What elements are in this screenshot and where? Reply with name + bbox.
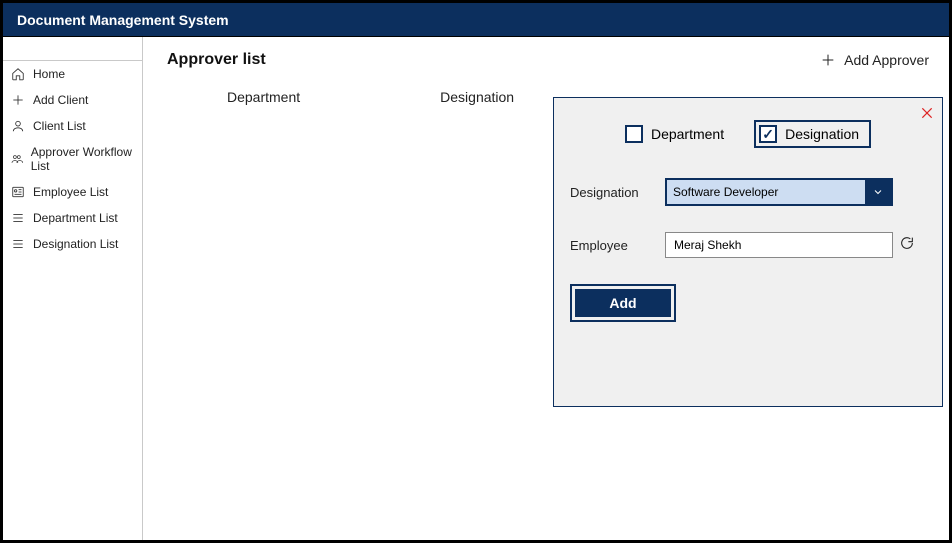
employee-row: Employee bbox=[570, 232, 926, 258]
employee-input[interactable] bbox=[665, 232, 893, 258]
type-selector-row: Department Designation bbox=[570, 120, 926, 148]
refresh-button[interactable] bbox=[899, 235, 915, 256]
lines-icon bbox=[11, 211, 25, 225]
sidebar: Home Add Client Client List Approver Wor… bbox=[3, 37, 143, 540]
sidebar-label: Home bbox=[33, 67, 65, 81]
refresh-icon bbox=[899, 235, 915, 251]
sidebar-label: Department List bbox=[33, 211, 118, 225]
add-approver-button[interactable]: Add Approver bbox=[820, 52, 929, 68]
employee-label: Employee bbox=[570, 238, 665, 253]
idlist-icon bbox=[11, 185, 25, 199]
hamburger-menu[interactable] bbox=[3, 37, 142, 61]
sidebar-label: Client List bbox=[33, 119, 86, 133]
add-approver-panel: Department Designation Designation Emplo… bbox=[553, 97, 943, 407]
title-row: Approver list Add Approver bbox=[167, 51, 929, 69]
plus-icon bbox=[820, 52, 836, 68]
sidebar-label: Designation List bbox=[33, 237, 118, 251]
designation-checkbox-label: Designation bbox=[785, 126, 859, 142]
main-content: Approver list Add Approver Department De… bbox=[143, 37, 949, 540]
chevron-down-icon bbox=[872, 186, 884, 198]
sidebar-item-department-list[interactable]: Department List bbox=[3, 205, 142, 231]
close-button[interactable] bbox=[920, 106, 934, 125]
add-approver-label: Add Approver bbox=[844, 52, 929, 68]
home-icon bbox=[11, 67, 25, 81]
sidebar-item-employee-list[interactable]: Employee List bbox=[3, 179, 142, 205]
sidebar-item-client-list[interactable]: Client List bbox=[3, 113, 142, 139]
add-button-wrap: Add bbox=[570, 284, 676, 322]
col-designation: Designation bbox=[440, 89, 514, 105]
col-department: Department bbox=[227, 89, 300, 105]
sidebar-label: Employee List bbox=[33, 185, 108, 199]
designation-checkbox-group[interactable]: Designation bbox=[754, 120, 871, 148]
close-icon bbox=[920, 106, 934, 120]
designation-dropdown-button[interactable] bbox=[865, 180, 891, 204]
sidebar-label: Approver Workflow List bbox=[31, 145, 134, 173]
designation-label: Designation bbox=[570, 185, 665, 200]
designation-input[interactable] bbox=[667, 180, 865, 204]
app-title-bar: Document Management System bbox=[3, 3, 949, 37]
designation-select[interactable] bbox=[665, 178, 893, 206]
department-checkbox[interactable] bbox=[625, 125, 643, 143]
page-title: Approver list bbox=[167, 51, 266, 69]
department-checkbox-group[interactable]: Department bbox=[625, 125, 724, 143]
add-button[interactable]: Add bbox=[575, 289, 671, 317]
person-icon bbox=[11, 119, 25, 133]
people-icon bbox=[11, 152, 23, 166]
lines-icon bbox=[11, 237, 25, 251]
designation-checkbox[interactable] bbox=[759, 125, 777, 143]
plus-icon bbox=[11, 93, 25, 107]
designation-row: Designation bbox=[570, 178, 926, 206]
sidebar-item-designation-list[interactable]: Designation List bbox=[3, 231, 142, 257]
department-checkbox-label: Department bbox=[651, 126, 724, 142]
main-layout: Home Add Client Client List Approver Wor… bbox=[3, 37, 949, 540]
sidebar-label: Add Client bbox=[33, 93, 88, 107]
sidebar-item-approver-workflow[interactable]: Approver Workflow List bbox=[3, 139, 142, 179]
